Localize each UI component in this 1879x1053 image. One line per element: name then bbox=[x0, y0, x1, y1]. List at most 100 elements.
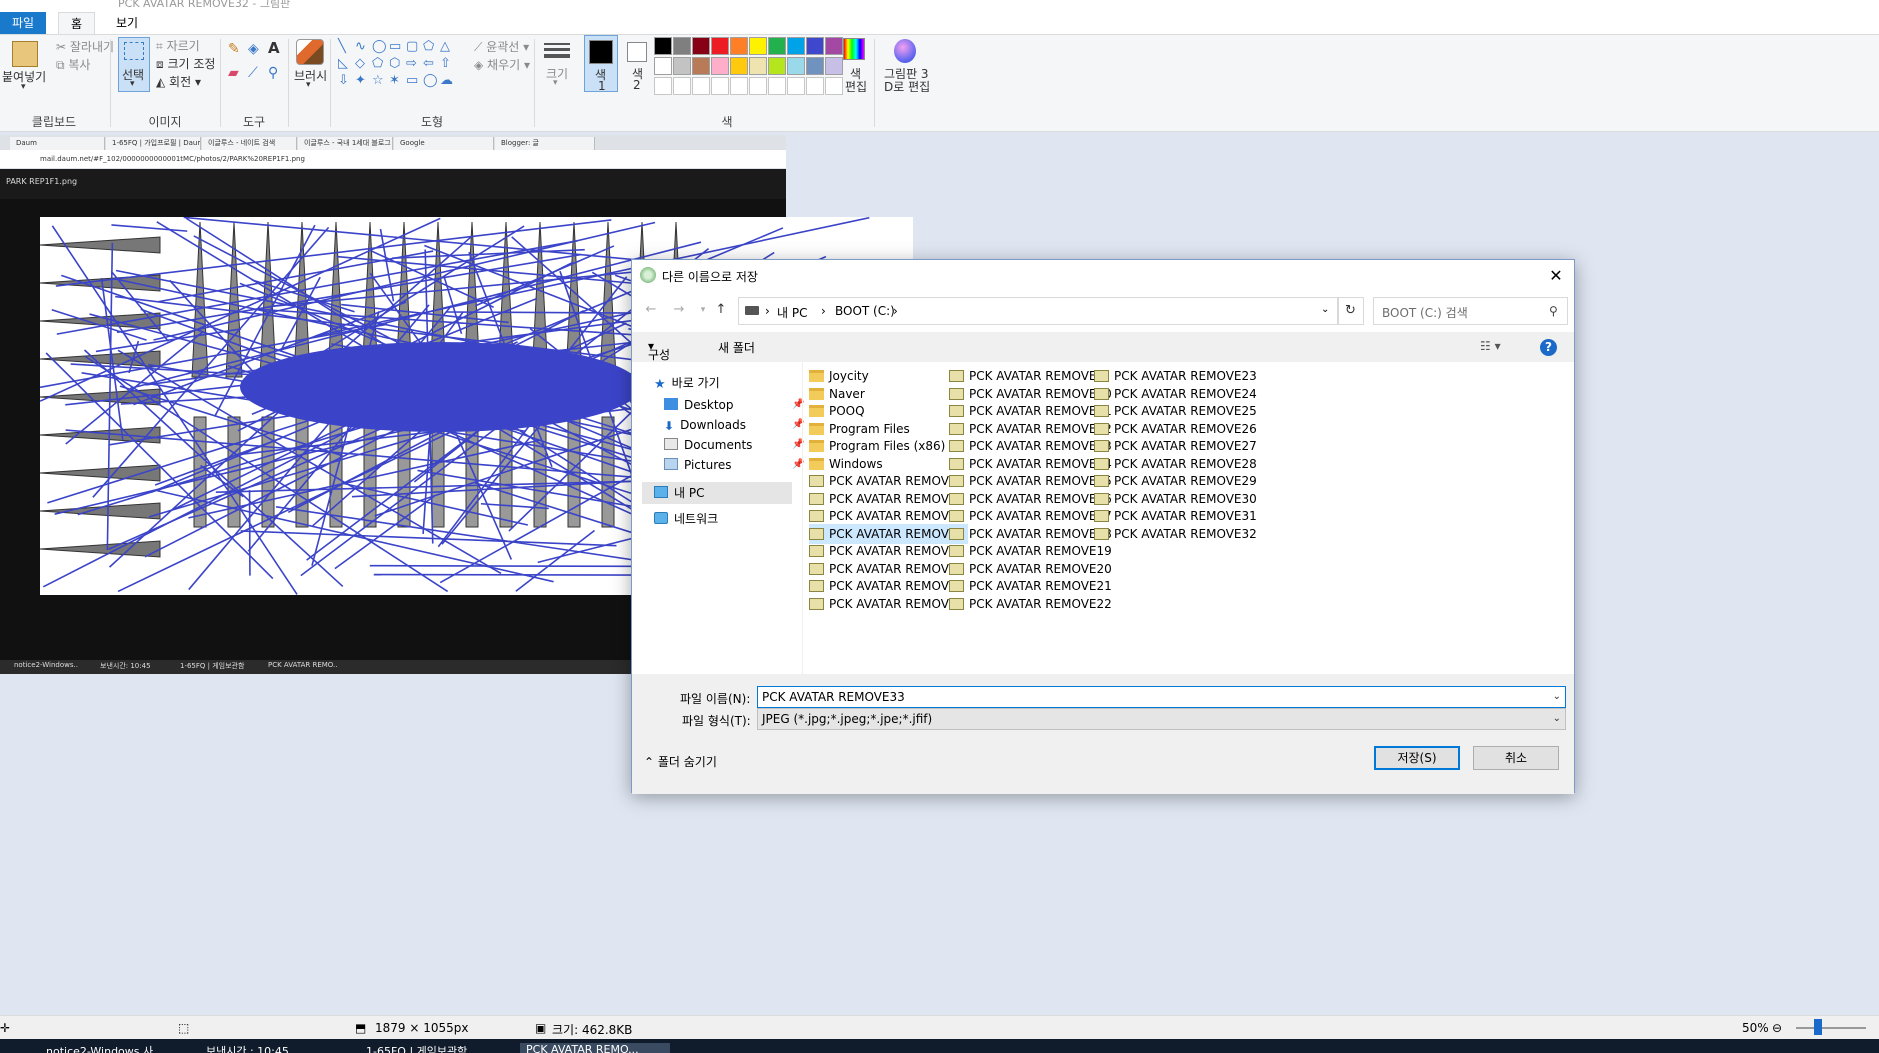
save-button[interactable]: 저장(S) bbox=[1374, 746, 1460, 770]
cut-button[interactable]: ✂ 잘라내기 bbox=[56, 38, 114, 55]
cancel-button[interactable]: 취소 bbox=[1473, 746, 1559, 770]
custom-color-slot[interactable] bbox=[730, 77, 748, 95]
help-icon[interactable]: ? bbox=[1540, 339, 1557, 356]
nav-pictures[interactable]: Pictures 📌 bbox=[664, 454, 804, 476]
custom-color-slot[interactable] bbox=[787, 77, 805, 95]
palette-color[interactable] bbox=[787, 57, 805, 75]
down-arrow-shape-icon[interactable]: ⇩ bbox=[338, 73, 349, 88]
text-icon[interactable]: A bbox=[268, 39, 280, 57]
six-point-star-shape-icon[interactable]: ✶ bbox=[389, 73, 400, 88]
custom-color-slot[interactable] bbox=[673, 77, 691, 95]
tab-file[interactable]: 파일 bbox=[0, 12, 46, 34]
copy-button[interactable]: ⧉ 복사 bbox=[56, 56, 90, 73]
rounded-rectangle-shape-icon[interactable]: ▢ bbox=[406, 39, 418, 54]
up-arrow-icon[interactable]: ↑ bbox=[712, 301, 730, 319]
zoom-slider[interactable] bbox=[1796, 1027, 1866, 1029]
taskbar-item[interactable]: 보낸시간 : 10:45 bbox=[200, 1043, 350, 1053]
palette-color[interactable] bbox=[730, 57, 748, 75]
magnifier-icon[interactable]: ⚲ bbox=[268, 65, 278, 81]
brushes-dropdown-icon[interactable]: ▾ bbox=[306, 80, 311, 90]
custom-color-slot[interactable] bbox=[711, 77, 729, 95]
brushes-icon[interactable] bbox=[296, 39, 324, 65]
custom-color-slot[interactable] bbox=[806, 77, 824, 95]
palette-color[interactable] bbox=[749, 37, 767, 55]
custom-color-slot[interactable] bbox=[825, 77, 843, 95]
file-item[interactable]: PCK AVATAR REMOVE8 bbox=[809, 594, 968, 614]
taskbar-item[interactable]: 1-65FQ | 게임보관함 bbox=[360, 1043, 510, 1053]
color-picker-icon[interactable]: ⟋ bbox=[248, 65, 258, 81]
file-item[interactable]: PCK AVATAR REMOVE22 bbox=[949, 594, 1116, 614]
organize-button[interactable]: 구성 ▾ bbox=[648, 339, 670, 362]
five-point-star-shape-icon[interactable]: ☆ bbox=[372, 73, 384, 88]
color2-button[interactable]: 색 2 bbox=[624, 35, 650, 92]
address-breadcrumb[interactable]: › 내 PC › BOOT (C:) › ⌄ bbox=[738, 297, 1339, 325]
back-arrow-icon[interactable]: ← bbox=[642, 301, 660, 319]
resize-button[interactable]: ⧈ 크기 조정 bbox=[156, 55, 215, 72]
fill-button[interactable]: ◈ 채우기 ▾ bbox=[474, 56, 530, 73]
left-arrow-shape-icon[interactable]: ⇦ bbox=[423, 56, 434, 71]
rotate-button[interactable]: ◭ 회전 ▾ bbox=[156, 73, 201, 90]
right-arrow-shape-icon[interactable]: ⇨ bbox=[406, 56, 417, 71]
palette-color[interactable] bbox=[654, 37, 672, 55]
palette-color[interactable] bbox=[787, 37, 805, 55]
diamond-shape-icon[interactable]: ◇ bbox=[355, 56, 365, 71]
custom-color-slot[interactable] bbox=[692, 77, 710, 95]
hexagon-shape-icon[interactable]: ⬡ bbox=[389, 56, 400, 71]
nav-desktop[interactable]: Desktop 📌 bbox=[664, 394, 804, 416]
palette-color[interactable] bbox=[768, 57, 786, 75]
edit-colors-label-b[interactable]: 편집 bbox=[845, 78, 867, 95]
select-button[interactable]: 선택 ▾ bbox=[118, 37, 150, 92]
palette-color[interactable] bbox=[673, 57, 691, 75]
chevron-down-icon[interactable]: ⌄ bbox=[1321, 304, 1329, 315]
breadcrumb-boot-c[interactable]: BOOT (C:) bbox=[835, 304, 895, 318]
palette-color[interactable] bbox=[749, 57, 767, 75]
nav-quick-access[interactable]: ★ 바로 가기 bbox=[654, 372, 720, 394]
recent-dropdown-icon[interactable]: ▾ bbox=[694, 301, 712, 319]
fill-icon[interactable]: ◈ bbox=[248, 41, 259, 57]
outline-button[interactable]: ⟋ 윤곽선 ▾ bbox=[474, 38, 529, 55]
rectangle-shape-icon[interactable]: ▭ bbox=[389, 39, 401, 54]
palette-color[interactable] bbox=[806, 57, 824, 75]
nav-downloads[interactable]: ⬇ Downloads 📌 bbox=[664, 414, 804, 436]
dialog-title-bar[interactable]: 다른 이름으로 저장 ✕ bbox=[632, 260, 1574, 292]
palette-color[interactable] bbox=[768, 37, 786, 55]
chevron-down-icon[interactable]: ⌄ bbox=[1553, 687, 1561, 707]
palette-color[interactable] bbox=[711, 57, 729, 75]
palette-color[interactable] bbox=[730, 37, 748, 55]
edit-colors-icon[interactable] bbox=[843, 38, 865, 60]
triangle-shape-icon[interactable]: △ bbox=[440, 39, 450, 54]
palette-color[interactable] bbox=[825, 37, 843, 55]
palette-color[interactable] bbox=[654, 57, 672, 75]
file-name-field[interactable]: PCK AVATAR REMOVE33 ⌄ bbox=[757, 686, 1566, 708]
custom-color-slot[interactable] bbox=[654, 77, 672, 95]
breadcrumb-this-pc[interactable]: 내 PC bbox=[777, 304, 807, 321]
close-icon[interactable]: ✕ bbox=[1544, 264, 1568, 288]
nav-network[interactable]: 네트워크 bbox=[654, 508, 718, 530]
speech-bubble-rect-shape-icon[interactable]: ▭ bbox=[406, 73, 418, 88]
new-folder-button[interactable]: 새 폴더 bbox=[718, 339, 755, 356]
line-shape-icon[interactable]: ╲ bbox=[338, 39, 346, 54]
taskbar-item-active[interactable]: PCK AVATAR REMO... bbox=[520, 1043, 670, 1053]
palette-color[interactable] bbox=[806, 37, 824, 55]
palette-color[interactable] bbox=[825, 57, 843, 75]
polygon-shape-icon[interactable]: ⬠ bbox=[423, 39, 434, 54]
custom-color-slot[interactable] bbox=[749, 77, 767, 95]
curve-shape-icon[interactable]: ∿ bbox=[355, 39, 366, 54]
speech-bubble-oval-shape-icon[interactable]: ◯ bbox=[423, 73, 438, 88]
zoom-slider-thumb[interactable] bbox=[1814, 1019, 1822, 1035]
four-point-star-shape-icon[interactable]: ✦ bbox=[355, 73, 366, 88]
eraser-icon[interactable]: ▰ bbox=[228, 65, 239, 81]
pencil-icon[interactable]: ✎ bbox=[228, 41, 240, 57]
color-palette[interactable] bbox=[654, 35, 844, 95]
pentagon-shape-icon[interactable]: ⬠ bbox=[372, 56, 383, 71]
nav-documents[interactable]: Documents 📌 bbox=[664, 434, 804, 456]
paint3d-icon[interactable] bbox=[894, 39, 916, 63]
tab-home[interactable]: 홈 bbox=[58, 12, 96, 34]
file-item[interactable]: PCK AVATAR REMOVE32 bbox=[1094, 524, 1261, 544]
palette-color[interactable] bbox=[711, 37, 729, 55]
palette-color[interactable] bbox=[673, 37, 691, 55]
up-arrow-shape-icon[interactable]: ⇧ bbox=[440, 56, 451, 71]
hide-folders-button[interactable]: ⌃ 폴더 숨기기 bbox=[644, 753, 717, 770]
paste-icon[interactable] bbox=[12, 41, 38, 67]
view-options-icon[interactable]: ☷ ▾ bbox=[1480, 339, 1501, 353]
